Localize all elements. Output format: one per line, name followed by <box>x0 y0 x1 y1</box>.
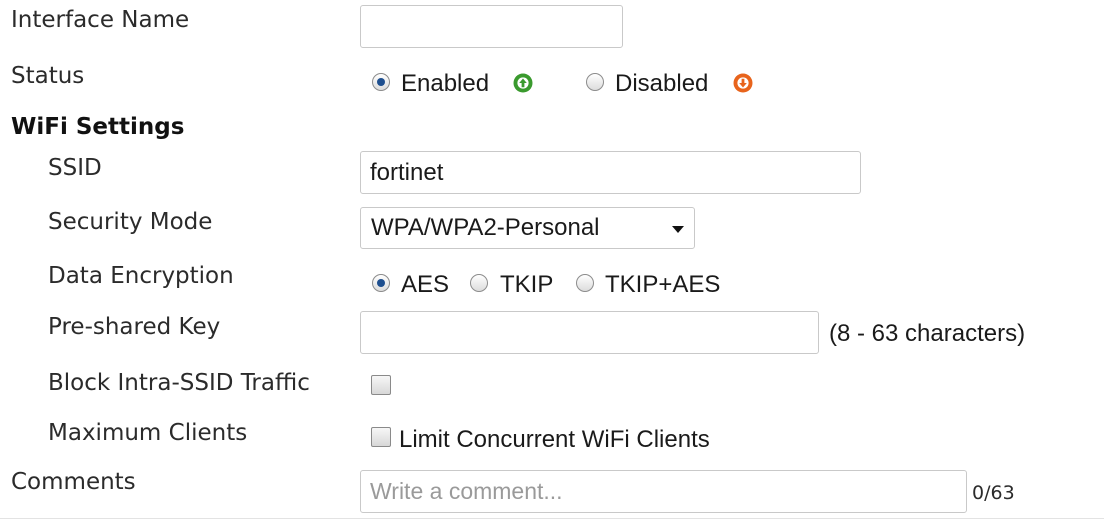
wifi-settings-heading: WiFi Settings <box>11 114 185 140</box>
status-enabled-label[interactable]: Enabled <box>401 70 489 98</box>
comment-char-counter: 0/63 <box>972 482 1015 504</box>
ssid-label: SSID <box>48 155 102 181</box>
pre-shared-key-label: Pre-shared Key <box>48 314 221 340</box>
encryption-tkip-radio[interactable] <box>470 274 488 292</box>
interface-name-label: Interface Name <box>11 7 190 33</box>
status-enabled-radio[interactable] <box>372 73 390 91</box>
chevron-down-icon[interactable] <box>672 226 684 233</box>
encryption-aes-radio[interactable] <box>372 274 390 292</box>
pre-shared-key-input[interactable] <box>360 311 819 354</box>
status-disabled-label[interactable]: Disabled <box>615 70 708 98</box>
ssid-input[interactable]: fortinet <box>360 151 861 194</box>
limit-clients-checkbox[interactable] <box>371 427 391 447</box>
status-disabled-radio[interactable] <box>586 73 604 91</box>
status-label: Status <box>11 63 85 89</box>
interface-name-input[interactable] <box>360 5 623 48</box>
bottom-divider <box>0 518 1104 519</box>
limit-clients-label[interactable]: Limit Concurrent WiFi Clients <box>399 426 710 454</box>
comments-input[interactable]: Write a comment... <box>360 470 967 513</box>
arrow-down-circle-icon <box>733 73 753 93</box>
encryption-tkip-aes-label[interactable]: TKIP+AES <box>605 271 720 299</box>
arrow-up-circle-icon <box>513 73 533 93</box>
encryption-tkip-label[interactable]: TKIP <box>500 271 553 299</box>
security-mode-value: WPA/WPA2-Personal <box>371 214 600 241</box>
data-encryption-label: Data Encryption <box>48 263 234 289</box>
block-intra-ssid-label: Block Intra-SSID Traffic <box>48 370 310 396</box>
block-intra-ssid-checkbox[interactable] <box>371 375 391 395</box>
security-mode-label: Security Mode <box>48 209 213 235</box>
pre-shared-key-hint: (8 - 63 characters) <box>829 320 1026 347</box>
comments-label: Comments <box>11 469 136 495</box>
encryption-aes-label[interactable]: AES <box>401 271 449 299</box>
encryption-tkip-aes-radio[interactable] <box>576 274 594 292</box>
maximum-clients-label: Maximum Clients <box>48 420 248 446</box>
security-mode-select[interactable]: WPA/WPA2-Personal <box>360 207 695 249</box>
